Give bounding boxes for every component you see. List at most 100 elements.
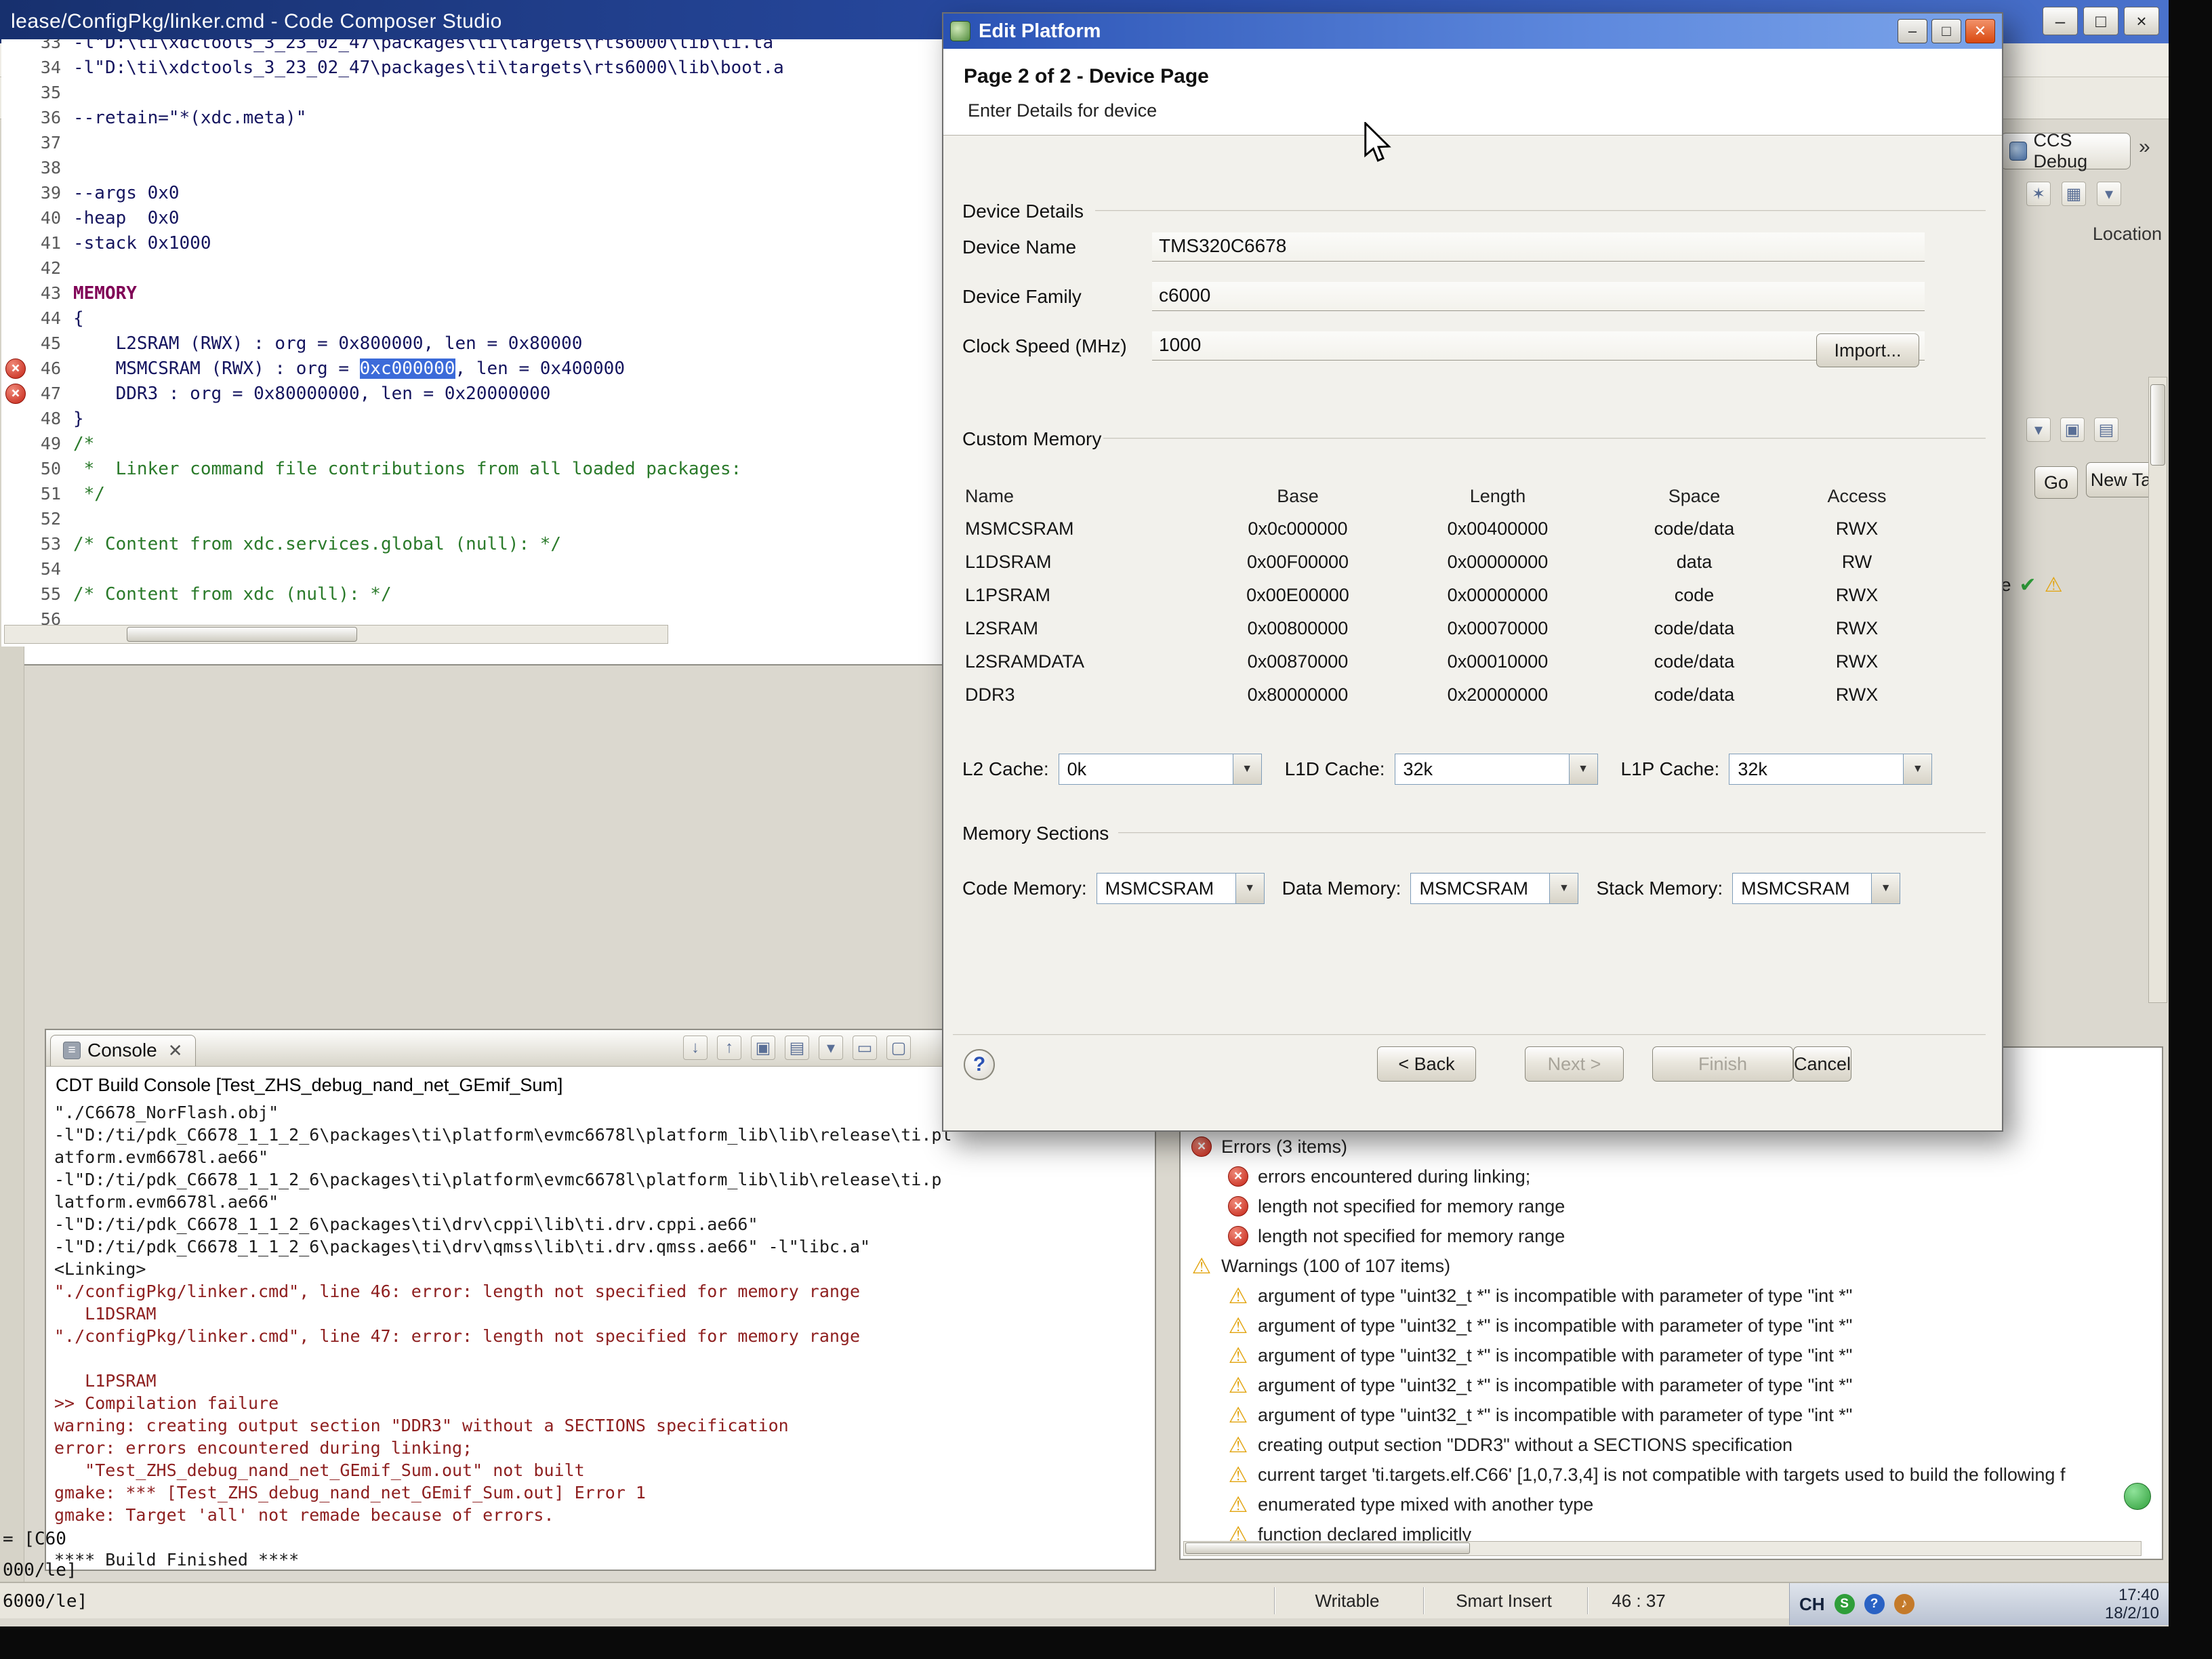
minimize-icon[interactable]: – <box>1898 19 1927 43</box>
line-number: 47 <box>26 384 73 403</box>
memory-table-row[interactable]: L1PSRAM 0x00E00000 0x00000000 code RWX <box>962 579 1925 612</box>
cache-select[interactable]: 0k ▼ <box>1059 754 1262 785</box>
line-number: 51 <box>26 484 73 504</box>
problem-row[interactable]: enumerated type mixed with another type <box>1181 1490 2162 1519</box>
close-icon[interactable]: ✕ <box>168 1040 183 1061</box>
memory-label: Stack Memory: <box>1596 878 1723 899</box>
console-line: gmake: Target 'all' not remade because o… <box>54 1505 1147 1528</box>
chevron-down-icon[interactable]: ▼ <box>1233 754 1261 784</box>
error-icon[interactable]: × <box>5 359 26 379</box>
problem-row[interactable]: Warnings (100 of 107 items) <box>1181 1251 2162 1281</box>
minimize-icon[interactable]: – <box>2043 7 2078 35</box>
warning-icon: ⚠ <box>2045 573 2063 597</box>
display-console-icon[interactable]: ▾ <box>819 1036 843 1060</box>
maximize-icon[interactable]: ▢ <box>886 1036 911 1060</box>
rail-icon[interactable]: ▾ <box>2026 417 2051 442</box>
problem-row[interactable]: creating output section "DDR3" without a… <box>1181 1430 2162 1460</box>
tray-icon-volume[interactable]: ♪ <box>1894 1594 1914 1614</box>
rail-icon[interactable]: ▣ <box>2060 417 2085 442</box>
console-output[interactable]: CDT Build Console [Test_ZHS_debug_nand_n… <box>46 1067 1155 1576</box>
help-icon[interactable]: ? <box>964 1049 995 1080</box>
chevron-down-icon[interactable]: ▼ <box>1569 754 1597 784</box>
maximize-icon[interactable]: □ <box>2083 7 2118 35</box>
problem-icon <box>1228 1286 1248 1306</box>
rail-icon[interactable]: ▾ <box>2097 182 2121 206</box>
device-field-input[interactable]: TMS320C6678 <box>1152 232 1925 262</box>
dialog-titlebar[interactable]: Edit Platform – □ ✕ <box>943 14 2002 49</box>
editor-hscrollbar[interactable] <box>4 625 668 644</box>
close-icon[interactable]: ✕ <box>1965 19 1995 43</box>
device-fields: Device Name TMS320C6678 Device Family c6… <box>962 222 1925 371</box>
perspective-ccs-debug[interactable]: CCS Debug <box>2001 133 2131 169</box>
scrollbar-thumb[interactable] <box>127 627 357 642</box>
status-cursor-position: 46 : 37 <box>1587 1587 1689 1614</box>
tray-icon-green[interactable]: S <box>1835 1594 1855 1614</box>
edit-platform-dialog: Edit Platform – □ ✕ Page 2 of 2 - Device… <box>942 12 2003 1132</box>
close-icon[interactable]: × <box>2124 7 2159 35</box>
cell-name: DDR3 <box>962 684 1200 705</box>
chevron-down-icon[interactable]: ▼ <box>1549 874 1578 903</box>
scrollbar-thumb[interactable] <box>2150 384 2165 466</box>
scroll-up-icon[interactable]: ↑ <box>717 1036 741 1060</box>
tray-icon-help[interactable]: ? <box>1864 1594 1885 1614</box>
rail-icon[interactable]: ▦ <box>2062 182 2086 206</box>
dialog-button[interactable]: Cancel <box>1793 1046 1851 1082</box>
dialog-button[interactable]: < Back <box>1377 1046 1476 1082</box>
memory-select[interactable]: MSMCSRAM ▼ <box>1732 873 1900 904</box>
error-icon[interactable]: × <box>5 384 26 404</box>
import-button[interactable]: Import... <box>1816 333 1919 367</box>
problems-hscrollbar[interactable] <box>1183 1541 2142 1556</box>
device-field-input[interactable]: c6000 <box>1152 282 1925 311</box>
cache-select[interactable]: 32k ▼ <box>1395 754 1598 785</box>
dialog-buttons: < Back Next > Finish Cancel <box>1355 1046 1851 1082</box>
memory-table-row[interactable]: L2SRAMDATA 0x00870000 0x00010000 code/da… <box>962 645 1925 678</box>
problem-row[interactable]: errors encountered during linking; <box>1181 1162 2162 1191</box>
go-button[interactable]: Go <box>2034 466 2078 499</box>
memory-select[interactable]: MSMCSRAM ▼ <box>1097 873 1265 904</box>
group-custom-memory: Custom Memory <box>962 428 1101 450</box>
console-line: "Test_ZHS_debug_nand_net_GEmif_Sum.out" … <box>54 1460 1147 1483</box>
chevron-down-icon[interactable]: ▼ <box>1871 874 1900 903</box>
maximize-icon[interactable]: □ <box>1931 19 1961 43</box>
problem-icon <box>1228 1375 1248 1395</box>
tab-console[interactable]: Console ✕ <box>50 1035 196 1066</box>
device-field-label: Device Name <box>962 237 1152 258</box>
perspective-overflow-chevron[interactable]: » <box>2139 136 2150 159</box>
cache-select[interactable]: 32k ▼ <box>1729 754 1932 785</box>
scroll-down-icon[interactable]: ↓ <box>683 1036 708 1060</box>
memory-table-row[interactable]: L1DSRAM 0x00F00000 0x00000000 data RW <box>962 546 1925 579</box>
scrollbar-thumb[interactable] <box>1185 1542 1470 1554</box>
problem-row[interactable]: Errors (3 items) <box>1181 1132 2162 1162</box>
custom-memory-table[interactable]: Name Base Length Space Access MSMCSRAM 0… <box>962 480 1925 712</box>
problem-row[interactable]: argument of type "uint32_t *" is incompa… <box>1181 1370 2162 1400</box>
pin-console-icon[interactable]: ▣ <box>751 1036 775 1060</box>
clear-console-icon[interactable]: ▤ <box>785 1036 809 1060</box>
photo-stage: lease/ConfigPkg/linker.cmd - Code Compos… <box>0 0 2212 1659</box>
cell-length: 0x00010000 <box>1396 651 1599 672</box>
rail-icon[interactable]: ▤ <box>2094 417 2118 442</box>
problem-row[interactable]: argument of type "uint32_t *" is incompa… <box>1181 1311 2162 1340</box>
memory-table-row[interactable]: L2SRAM 0x00800000 0x00070000 code/data R… <box>962 612 1925 645</box>
rail-toolbar: ✶ ▦ ▾ <box>2026 182 2121 206</box>
chevron-down-icon[interactable]: ▼ <box>1235 874 1264 903</box>
device-field-input[interactable]: 1000 <box>1152 331 1925 361</box>
problem-row[interactable]: current target 'ti.targets.elf.C66' [1,0… <box>1181 1460 2162 1490</box>
chevron-down-icon[interactable]: ▼ <box>1903 754 1931 784</box>
ime-indicator[interactable]: CH <box>1799 1594 1825 1615</box>
minimize-icon[interactable]: ▭ <box>853 1036 877 1060</box>
problem-row[interactable]: argument of type "uint32_t *" is incompa… <box>1181 1340 2162 1370</box>
problem-row[interactable]: argument of type "uint32_t *" is incompa… <box>1181 1281 2162 1311</box>
problem-row[interactable]: argument of type "uint32_t *" is incompa… <box>1181 1400 2162 1430</box>
problem-row[interactable]: length not specified for memory range <box>1181 1191 2162 1221</box>
console-line: -l"D:/ti/pdk_C6678_1_1_2_6\packages\ti\d… <box>54 1214 1147 1237</box>
rail-vscrollbar[interactable] <box>2148 377 2167 1003</box>
problem-row[interactable]: length not specified for memory range <box>1181 1221 2162 1251</box>
rail-icon[interactable]: ✶ <box>2026 182 2051 206</box>
console-line: "./configPkg/linker.cmd", line 46: error… <box>54 1282 1147 1304</box>
cell-name: MSMCSRAM <box>962 518 1200 539</box>
line-number: 50 <box>26 459 73 478</box>
memory-select[interactable]: MSMCSRAM ▼ <box>1410 873 1578 904</box>
selected-text: 0xc000000 <box>360 359 455 379</box>
memory-table-row[interactable]: MSMCSRAM 0x0c000000 0x00400000 code/data… <box>962 512 1925 546</box>
memory-table-row[interactable]: DDR3 0x80000000 0x20000000 code/data RWX <box>962 678 1925 712</box>
